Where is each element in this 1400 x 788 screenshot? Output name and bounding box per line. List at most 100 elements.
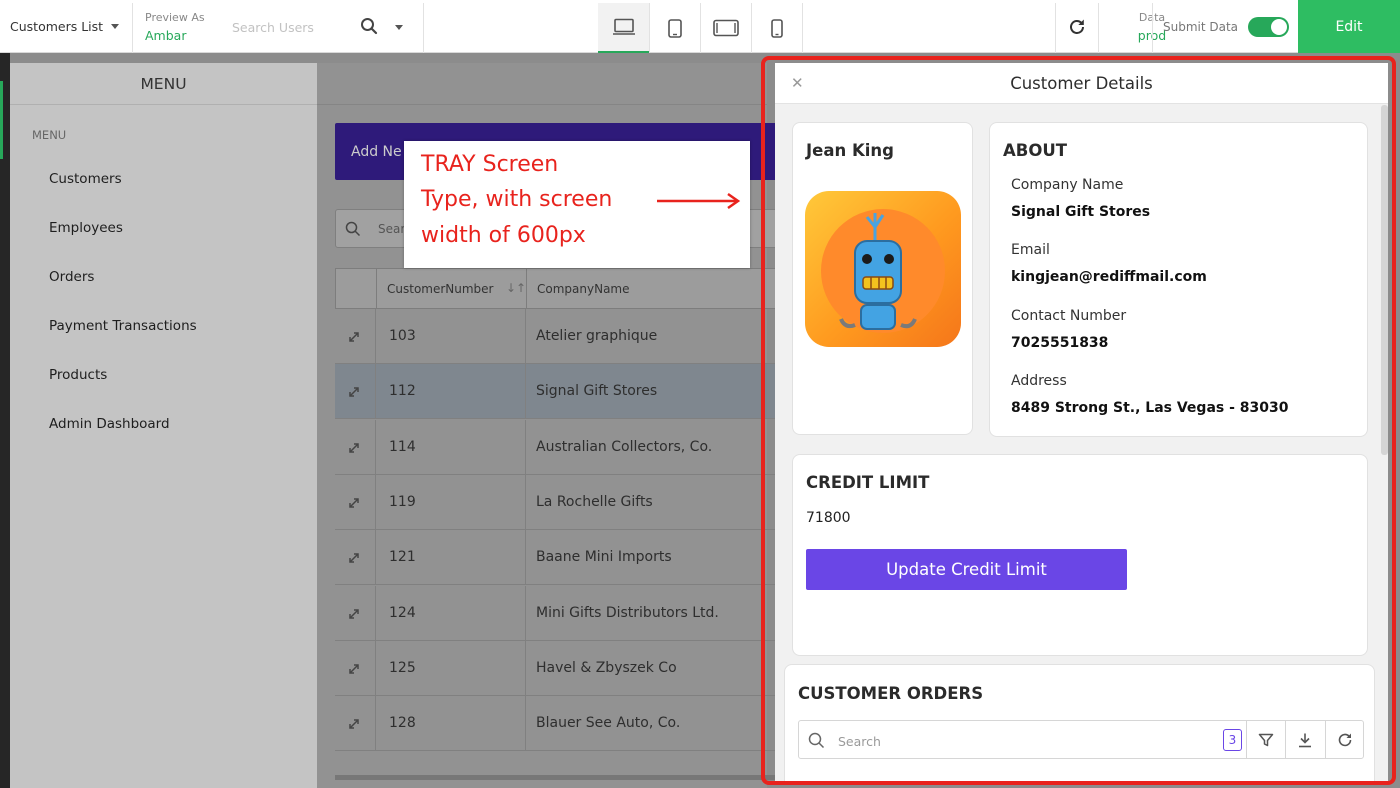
divider [375,419,376,475]
annotation-callout: TRAY Screen Type, with screen width of 6… [404,141,750,268]
menu-item-admin-dashboard[interactable]: Admin Dashboard [49,416,170,432]
left-strip [0,53,10,788]
divider [376,269,377,309]
data-env-selector[interactable]: Data prod [1098,0,1166,53]
menu-item-products[interactable]: Products [49,367,107,383]
expand-icon[interactable] [346,440,362,456]
column-header-company-name[interactable]: CompanyName [537,282,630,296]
credit-limit-value: 71800 [806,510,851,526]
vertical-scrollbar[interactable] [1381,105,1388,455]
expand-icon[interactable] [346,495,362,511]
robot-avatar-icon [821,209,945,333]
customer-details-tray: ✕ Customer Details Jean King ABOUT Compa… [775,63,1388,783]
address-label: Address [1011,373,1067,389]
menu-item-employees[interactable]: Employees [49,220,123,236]
device-tablet-portrait-button[interactable] [649,3,700,53]
refresh-icon [1338,733,1352,746]
divider [132,3,133,53]
project-name: Customers List [10,19,104,34]
customer-number-cell: 119 [389,493,416,510]
filter-button[interactable] [1246,721,1285,758]
annotation-line: Type, with screen [421,187,613,212]
tablet-landscape-icon [712,19,739,37]
annotation-line: TRAY Screen [421,152,559,177]
expand-icon[interactable] [346,606,362,622]
desktop-icon [612,18,635,35]
table-row[interactable]: 125 Havel & Zbyszek Co [335,640,785,696]
project-selector[interactable]: Customers List [0,0,132,53]
table-row[interactable]: 121 Baane Mini Imports [335,530,785,586]
divider [375,474,376,530]
divider [375,364,376,420]
submit-data-label: Submit Data [1163,19,1239,34]
refresh-button[interactable] [1056,0,1098,53]
column-header-customer-number[interactable]: CustomerNumber [387,282,494,296]
customer-number-cell: 128 [389,715,416,732]
table-row[interactable]: 119 La Rochelle Gifts [335,474,785,530]
search-icon[interactable] [360,17,378,35]
arrow-right-icon [657,192,741,210]
preview-as-user: Ambar [145,28,187,43]
search-icon [345,221,361,237]
address-value: 8489 Strong St., Las Vegas - 83030 [1011,400,1289,416]
active-indicator [0,81,3,159]
download-button[interactable] [1285,721,1324,758]
divider [525,696,526,752]
update-credit-limit-button[interactable]: Update Credit Limit [806,549,1127,590]
submit-data-control: Submit Data [1153,0,1298,53]
menu-item-orders[interactable]: Orders [49,269,94,285]
divider [525,309,526,364]
search-users-input[interactable] [232,16,352,38]
refresh-button[interactable] [1325,721,1364,758]
expand-icon[interactable] [346,384,362,400]
company-name-cell: Havel & Zbyszek Co [536,659,677,676]
orders-search-input[interactable] [838,730,1168,752]
preview-as-selector[interactable]: Preview As Ambar [145,0,235,53]
tray-header: ✕ Customer Details [775,63,1388,104]
tray-title: Customer Details [1010,74,1153,93]
expand-icon[interactable] [346,716,362,732]
company-name-cell: Australian Collectors, Co. [536,438,713,455]
divider [375,530,376,586]
table-row[interactable]: 103 Atelier graphique [335,309,785,364]
divider [375,640,376,696]
company-name-cell: La Rochelle Gifts [536,493,653,510]
user-search [232,0,422,53]
table-row[interactable]: 128 Blauer See Auto, Co. [335,696,785,752]
customer-number-cell: 125 [389,659,416,676]
horizontal-scrollbar[interactable] [335,775,785,780]
sort-icon[interactable]: ↓↑ [506,281,526,295]
device-desktop-button[interactable] [598,3,649,53]
table-row[interactable]: 112 Signal Gift Stores [335,364,785,420]
grid-header: CustomerNumber ↓↑ CompanyName [335,268,785,309]
filter-count-badge: 3 [1223,729,1242,751]
customer-number-cell: 112 [389,383,416,400]
mobile-icon [770,18,783,38]
divider [526,269,527,309]
menu-item-payment-transactions[interactable]: Payment Transactions [49,318,197,334]
about-title: ABOUT [1003,141,1068,160]
expand-icon[interactable] [346,550,362,566]
expand-icon[interactable] [346,329,362,345]
device-tablet-landscape-button[interactable] [700,3,751,53]
divider [525,364,526,420]
table-row[interactable]: 124 Mini Gifts Distributors Ltd. [335,585,785,641]
table-row[interactable]: 114 Australian Collectors, Co. [335,419,785,475]
device-mobile-button[interactable] [751,3,802,53]
edit-button[interactable]: Edit [1298,0,1400,53]
chevron-down-icon[interactable] [395,25,403,30]
menu-item-customers[interactable]: Customers [49,171,122,187]
divider [525,530,526,586]
submit-data-toggle[interactable] [1248,16,1290,37]
expand-icon[interactable] [346,661,362,677]
company-name-cell: Signal Gift Stores [536,383,658,400]
company-name-label: Company Name [1011,177,1124,193]
chevron-down-icon [111,24,120,29]
divider [525,640,526,696]
customer-number-cell: 121 [389,549,416,566]
email-label: Email [1011,242,1050,258]
customer-number-cell: 124 [389,604,416,621]
avatar [805,191,961,347]
contact-number-value: 7025551838 [1011,335,1109,351]
credit-limit-card: CREDIT LIMIT 71800 Update Credit Limit [792,454,1368,656]
